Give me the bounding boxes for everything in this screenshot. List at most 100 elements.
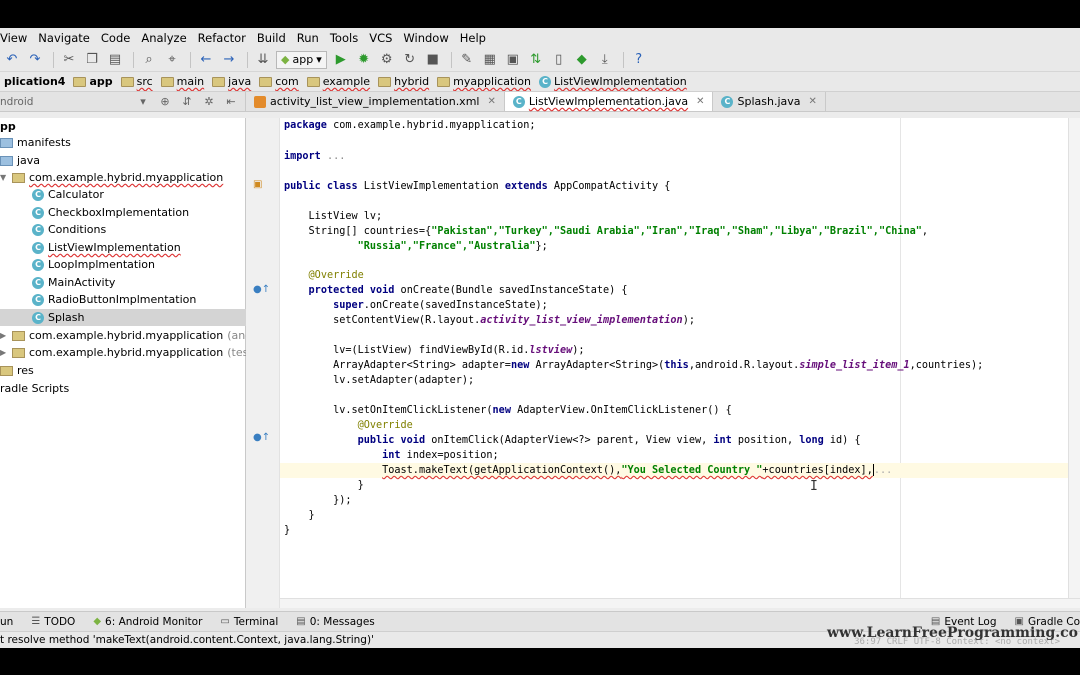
find-icon[interactable]: ⌕: [139, 50, 159, 70]
paste-icon[interactable]: ▤: [105, 50, 125, 70]
expand-arrow-icon[interactable]: ▼: [0, 173, 8, 182]
menu-code[interactable]: Code: [101, 31, 137, 45]
breadcrumb-label: java: [228, 75, 252, 88]
toolbar-separator: [190, 51, 191, 68]
forward-icon[interactable]: →: [219, 50, 239, 70]
tab-activity-xml[interactable]: activity_list_view_implementation.xml ✕: [246, 92, 505, 111]
project-view-selector[interactable]: ndroid ▾ ⊕ ⇵ ✲ ⇤: [0, 92, 246, 111]
toolbar-separator: [450, 51, 452, 68]
tree-node-package-androidtest[interactable]: ▶com.example.hybrid.myapplication(androi…: [0, 327, 285, 344]
tool-todo[interactable]: ☰ TODO: [31, 616, 75, 628]
code-editor[interactable]: package com.example.hybrid.myapplication…: [280, 118, 1080, 608]
override-method-icon[interactable]: ●↑: [253, 284, 270, 295]
breadcrumb-main[interactable]: main: [157, 75, 208, 88]
menu-build[interactable]: Build: [257, 31, 293, 45]
replace-icon[interactable]: ⌖: [162, 50, 182, 70]
scroll-from-source-icon[interactable]: ⊕: [157, 95, 173, 108]
class-icon: C: [721, 95, 734, 108]
undo-icon[interactable]: ↶: [2, 50, 22, 70]
menu-navigate[interactable]: Navigate: [38, 31, 97, 45]
folder-icon: [120, 76, 134, 87]
breadcrumb-project[interactable]: plication4: [0, 75, 69, 88]
code-line: package com.example.hybrid.myapplication…: [284, 120, 536, 131]
avd-manager-icon[interactable]: ▯: [549, 50, 569, 70]
tree-node-gradle-scripts[interactable]: radle Scripts: [0, 380, 69, 397]
apply-changes-icon[interactable]: ↻: [400, 50, 420, 70]
breadcrumb-com[interactable]: com: [255, 75, 303, 88]
tab-splash-java[interactable]: C Splash.java ✕: [713, 92, 826, 111]
video-letterbox-bottom: [0, 648, 1080, 675]
breadcrumb-app[interactable]: app: [69, 75, 116, 88]
structure-icon[interactable]: ▦: [480, 50, 500, 70]
class-icon: C: [512, 95, 525, 108]
code-line: "Russia","France","Australia"};: [357, 241, 548, 252]
xml-file-icon: [254, 95, 266, 108]
close-icon[interactable]: ✕: [696, 96, 704, 107]
debug-icon[interactable]: ✹: [354, 50, 374, 70]
stop-icon[interactable]: ■: [423, 50, 443, 70]
code-line: super.onCreate(savedInstanceState);: [333, 300, 548, 311]
tree-node-class-splash[interactable]: C Splash: [0, 309, 246, 326]
run-icon[interactable]: ▶: [331, 50, 351, 70]
tree-node-package-main[interactable]: ▼ com.example.hybrid.myapplication: [0, 169, 223, 186]
menu-tools[interactable]: Tools: [330, 31, 365, 45]
breadcrumb-hybrid[interactable]: hybrid: [374, 75, 433, 88]
horizontal-scrollbar[interactable]: [280, 598, 1080, 608]
tool-terminal[interactable]: ▭ Terminal: [220, 616, 278, 628]
sync-project-icon[interactable]: ⇅: [526, 50, 546, 70]
tree-node-package-test[interactable]: ▶ com.example.hybrid.myapplication (test): [0, 344, 257, 361]
gear-icon[interactable]: ✲: [201, 95, 217, 108]
breadcrumb-myapplication[interactable]: myapplication: [433, 75, 535, 88]
sdk-manager-icon[interactable]: ▣: [503, 50, 523, 70]
help-icon[interactable]: ?: [629, 50, 649, 70]
tree-node-class-listview[interactable]: C ListViewImplementation: [32, 239, 181, 256]
attach-debugger-icon[interactable]: ⚙: [377, 50, 397, 70]
tree-node-class-loop[interactable]: C LoopImplmentation: [32, 256, 155, 273]
expand-arrow-icon[interactable]: ▶: [0, 331, 8, 340]
tree-node-manifests[interactable]: manifests: [0, 134, 71, 151]
tree-node-class-radiobutton[interactable]: C RadioButtonImplmentation: [32, 291, 196, 308]
tree-node-class-conditions[interactable]: C Conditions: [32, 221, 106, 238]
menu-run[interactable]: Run: [297, 31, 326, 45]
sync-gradle-icon[interactable]: ✎: [457, 50, 477, 70]
tool-android-monitor[interactable]: ◆ 6: Android Monitor: [93, 616, 202, 628]
editor-tabs: activity_list_view_implementation.xml ✕ …: [246, 92, 1080, 111]
collapse-all-icon[interactable]: ⇵: [179, 95, 195, 108]
menu-refactor[interactable]: Refactor: [198, 31, 253, 45]
menu-view[interactable]: View: [0, 31, 34, 45]
sdk-download-icon[interactable]: ⤓: [595, 50, 615, 70]
menu-window[interactable]: Window: [403, 31, 455, 45]
tree-node-class-calculator[interactable]: C Calculator: [32, 186, 104, 203]
tree-node-class-checkbox[interactable]: C CheckboxImplementation: [32, 204, 189, 221]
make-project-icon[interactable]: ⇊: [253, 50, 273, 70]
tree-node-res[interactable]: res: [0, 362, 34, 379]
bookmark-icon[interactable]: ▣: [253, 179, 262, 190]
android-device-monitor-icon[interactable]: ◆: [572, 50, 592, 70]
tool-messages[interactable]: ▤ 0: Messages: [296, 616, 375, 628]
breadcrumb-example[interactable]: example: [303, 75, 374, 88]
redo-icon[interactable]: ↷: [25, 50, 45, 70]
tree-node-class-mainactivity[interactable]: C MainActivity: [32, 274, 115, 291]
breadcrumb-java[interactable]: java: [208, 75, 255, 88]
run-configuration-select[interactable]: ◆ app ▾: [276, 50, 327, 69]
code-line: @Override: [308, 270, 364, 281]
tool-run[interactable]: un: [0, 616, 13, 628]
implement-method-icon[interactable]: ●↑: [253, 432, 270, 443]
breadcrumb-class[interactable]: C ListViewImplementation: [535, 75, 691, 88]
code-line: int index=position;: [382, 450, 499, 461]
back-icon[interactable]: ←: [196, 50, 216, 70]
cut-icon[interactable]: ✂: [59, 50, 79, 70]
menu-vcs[interactable]: VCS: [369, 31, 399, 45]
menu-analyze[interactable]: Analyze: [141, 31, 193, 45]
hide-panel-icon[interactable]: ⇤: [223, 95, 239, 108]
tree-node-app[interactable]: pp: [0, 118, 16, 135]
breadcrumb-src[interactable]: src: [117, 75, 157, 88]
vertical-scrollbar[interactable]: [1068, 118, 1080, 608]
copy-icon[interactable]: ❐: [82, 50, 102, 70]
menu-help[interactable]: Help: [460, 31, 493, 45]
tree-node-java[interactable]: java: [0, 152, 40, 169]
tab-listview-java[interactable]: C ListViewImplementation.java ✕: [504, 92, 714, 111]
expand-arrow-icon[interactable]: ▶: [0, 348, 8, 357]
close-icon[interactable]: ✕: [809, 96, 817, 107]
close-icon[interactable]: ✕: [487, 96, 495, 107]
